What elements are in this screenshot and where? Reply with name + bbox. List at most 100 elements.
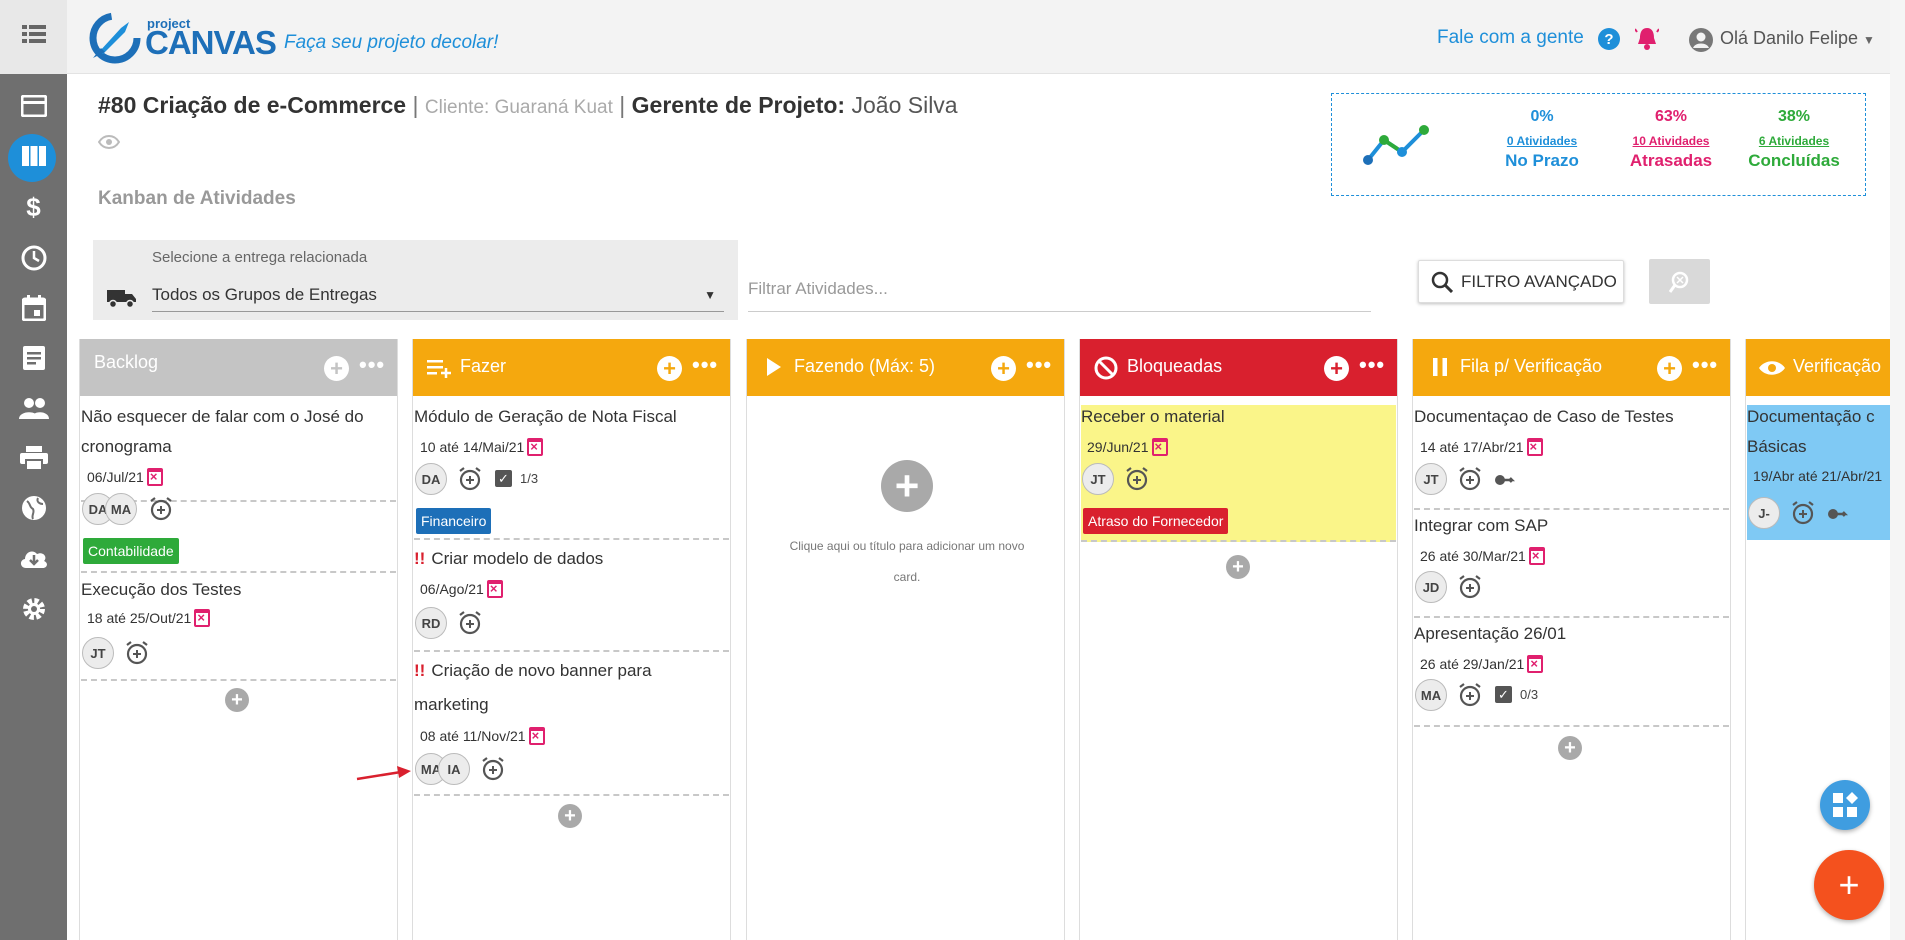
widgets-button[interactable] <box>1820 780 1870 830</box>
stat-concluidas[interactable]: 38% 6 Atividades Concluídas <box>1739 108 1849 171</box>
add-alarm-icon[interactable] <box>457 466 483 492</box>
card-date: 29/Jun/21 <box>1087 438 1168 456</box>
add-card-button[interactable]: + <box>991 356 1016 381</box>
column-header: Verificação <box>1746 339 1905 396</box>
stat-count[interactable]: 10 Atividades <box>1616 134 1726 148</box>
card[interactable]: Integrar com SAP 26 até 30/Mar/21 <box>1414 511 1729 618</box>
add-card-button[interactable]: + <box>1226 555 1250 579</box>
globe-icon[interactable] <box>0 488 67 528</box>
user-avatar-icon[interactable] <box>1689 28 1713 52</box>
avatar[interactable]: JT <box>1415 463 1447 495</box>
entrega-select[interactable]: Selecione a entrega relacionada Todos os… <box>93 240 738 320</box>
more-options-icon[interactable]: ••• <box>1359 352 1385 378</box>
avatar[interactable]: IA <box>438 753 470 785</box>
dollar-icon[interactable]: $ <box>0 187 67 227</box>
avatar[interactable]: JT <box>1082 463 1114 495</box>
advanced-filter-button[interactable]: FILTRO AVANÇADO <box>1418 260 1624 303</box>
avatar[interactable]: RD <box>415 607 447 639</box>
column-title: Bloqueadas <box>1127 356 1223 376</box>
checkbox-icon: ✓ <box>1495 686 1512 703</box>
add-card-button[interactable]: + <box>225 688 249 712</box>
column-title: Fila p/ Verificação <box>1460 356 1603 376</box>
stat-pct: 0% <box>1530 108 1554 125</box>
add-activity-fab[interactable]: + <box>1814 850 1884 920</box>
calendar-icon[interactable] <box>0 288 67 328</box>
add-card-big-button[interactable]: + <box>881 460 933 512</box>
column-title: Fazendo (Máx: 5) <box>794 356 936 376</box>
more-options-icon[interactable]: ••• <box>359 352 385 378</box>
add-card-button[interactable]: + <box>558 804 582 828</box>
document-icon[interactable] <box>0 338 67 378</box>
card[interactable]: Documentaçao de Caso de Testes 14 até 17… <box>1414 402 1729 510</box>
card-date-text: 06/Ago/21 <box>420 581 484 597</box>
avatar[interactable]: MA <box>105 493 137 525</box>
checklist-count: 0/3 <box>1520 687 1539 702</box>
avatar[interactable]: JT <box>82 637 114 669</box>
search-activities-input[interactable] <box>748 266 1371 312</box>
add-alarm-icon[interactable] <box>1457 574 1483 600</box>
stat-no-prazo[interactable]: 0% 0 Atividades No Prazo <box>1487 108 1597 171</box>
card-date: 26 até 30/Mar/21 <box>1420 547 1545 565</box>
add-alarm-icon[interactable] <box>1457 466 1483 492</box>
chevron-down-icon[interactable]: ▼ <box>1863 33 1875 47</box>
more-options-icon[interactable]: ••• <box>1692 352 1718 378</box>
notification-bell-icon[interactable] <box>1635 26 1659 52</box>
help-icon[interactable]: ? <box>1598 28 1620 50</box>
stat-atrasadas[interactable]: 63% 10 Atividades Atrasadas <box>1616 108 1726 171</box>
eye-icon[interactable] <box>98 134 120 150</box>
avatar[interactable]: J- <box>1748 497 1780 529</box>
add-card-button[interactable]: + <box>1657 356 1682 381</box>
print-icon[interactable] <box>0 438 67 478</box>
card-tag: Financeiro <box>416 508 492 534</box>
project-title: #80 Criação de e-Commerce | Cliente: Gua… <box>98 92 958 118</box>
dropdown-arrow-icon[interactable]: ▼ <box>704 288 716 302</box>
add-alarm-icon[interactable] <box>1124 466 1150 492</box>
pause-icon <box>1433 358 1447 376</box>
add-alarm-icon[interactable] <box>1790 500 1816 526</box>
dashboard-icon[interactable] <box>0 86 67 126</box>
card[interactable]: Não esquecer de falar com o José do cron… <box>81 402 396 502</box>
page-scrollbar[interactable] <box>1890 0 1905 940</box>
checklist[interactable]: ✓ 1/3 <box>495 470 538 487</box>
avatar[interactable]: DA <box>415 463 447 495</box>
entrega-value[interactable]: Todos os Grupos de Entregas <box>152 285 377 305</box>
add-card-button[interactable]: + <box>324 356 349 381</box>
add-card-button[interactable]: + <box>1558 736 1582 760</box>
user-menu[interactable]: Olá Danilo Felipe <box>1720 28 1858 49</box>
settings-icon[interactable] <box>0 589 67 629</box>
avatar[interactable]: JD <box>1415 571 1447 603</box>
project-name: #80 Criação de e-Commerce <box>98 92 407 118</box>
calendar-overdue-icon <box>1526 438 1543 456</box>
key-icon <box>1828 509 1848 519</box>
menu-toggle-icon[interactable] <box>0 14 67 54</box>
card-date-text: 29/Jun/21 <box>1087 439 1149 455</box>
more-options-icon[interactable]: ••• <box>692 352 718 378</box>
add-card-button[interactable]: + <box>1324 356 1349 381</box>
stat-count[interactable]: 6 Atividades <box>1739 134 1849 148</box>
add-card-button[interactable]: + <box>657 356 682 381</box>
stat-count[interactable]: 0 Atividades <box>1487 134 1597 148</box>
contact-link[interactable]: Fale com a gente <box>1437 27 1584 49</box>
card-title: !! Criar modelo de dados <box>414 544 603 574</box>
cloud-download-icon[interactable] <box>0 538 67 578</box>
clock-icon[interactable] <box>0 238 67 278</box>
calendar-overdue-icon <box>528 727 545 745</box>
add-alarm-icon[interactable] <box>124 640 150 666</box>
add-alarm-icon[interactable] <box>1457 682 1483 708</box>
card[interactable]: Apresentação 26/01 26 até 29/Jan/21 <box>1414 619 1729 727</box>
clear-filter-button[interactable] <box>1649 259 1710 304</box>
add-alarm-icon[interactable] <box>148 496 174 522</box>
key-icon <box>1495 475 1515 485</box>
checkbox-icon: ✓ <box>495 470 512 487</box>
avatar[interactable]: MA <box>1415 679 1447 711</box>
card-title: Apresentação 26/01 <box>1414 624 1567 643</box>
empty-column-hint[interactable]: Clique aqui ou título para adicionar um … <box>777 531 1037 593</box>
card-title: Não esquecer de falar com o José do <box>81 407 364 426</box>
add-alarm-icon[interactable] <box>457 610 483 636</box>
checklist[interactable]: ✓ 0/3 <box>1495 686 1538 703</box>
kanban-icon[interactable] <box>0 134 67 182</box>
add-alarm-icon[interactable] <box>480 756 506 782</box>
card-date-text: 26 até 29/Jan/21 <box>1420 656 1525 672</box>
people-icon[interactable] <box>0 388 67 428</box>
more-options-icon[interactable]: ••• <box>1026 352 1052 378</box>
